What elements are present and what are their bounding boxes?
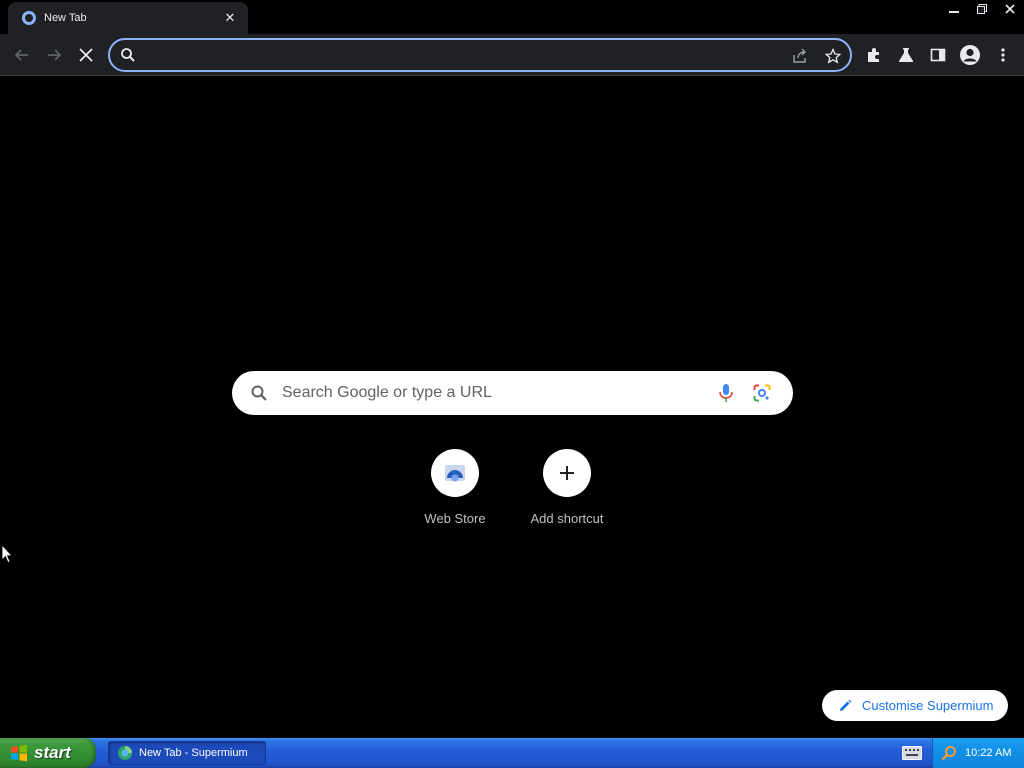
minimize-icon [949,11,959,13]
desktop: New Tab ✕ Search Google or type a URL We… [0,0,1024,768]
shortcut-label: Add shortcut [530,511,604,526]
minimize-button[interactable] [940,0,968,18]
shortcut-add[interactable]: Add shortcut [511,449,623,539]
restore-icon [977,4,987,14]
window-controls [940,0,1024,18]
back-arrow-icon [14,49,28,61]
tab-favicon-icon [22,11,36,25]
star-icon [825,48,841,64]
side-panel-icon [930,48,946,62]
share-button[interactable] [790,46,810,66]
start-label: start [34,743,71,762]
shortcut-tile [543,449,591,497]
search-icon [251,385,267,401]
web-store-icon [445,465,465,482]
system-tray: 10:22 AM [932,738,1024,768]
shortcut-web-store[interactable]: Web Store [399,449,511,539]
forward-button[interactable] [42,43,66,67]
clock: 10:22 AM [965,747,1012,759]
restore-button[interactable] [968,0,996,18]
share-icon [793,48,806,63]
keyboard-icon[interactable] [902,746,922,760]
address-bar[interactable] [108,38,852,72]
ntp-search-input[interactable] [282,383,702,403]
profile-button[interactable] [958,43,982,67]
search-icon[interactable] [941,745,957,761]
google-lens-icon[interactable] [753,384,771,402]
side-panel-button[interactable] [926,43,950,67]
microphone-icon[interactable] [717,383,735,403]
close-window-button[interactable] [996,0,1024,18]
shortcut-label: Web Store [424,511,486,526]
extensions-button[interactable] [862,43,886,67]
tab-close-icon[interactable]: ✕ [222,10,238,26]
plus-icon [560,466,574,480]
taskbar-item-supermium[interactable]: New Tab - Supermium [108,741,266,765]
mouse-cursor-icon [1,544,13,564]
shortcut-tile [431,449,479,497]
flask-icon [899,48,913,62]
windows-logo-icon [11,744,27,762]
supermium-icon [118,746,132,760]
stop-icon [79,48,93,62]
customise-label: Customise Supermium [862,698,994,713]
forward-arrow-icon [48,49,62,61]
labs-button[interactable] [894,43,918,67]
address-input[interactable] [142,46,782,64]
pencil-icon [840,699,852,711]
tab-strip: New Tab ✕ [0,0,1024,34]
kebab-menu-icon [1001,48,1005,62]
taskbar: start New Tab - Supermium 10:22 AM [0,738,1024,768]
avatar-icon [960,45,980,65]
browser-toolbar [0,34,1024,76]
taskbar-item-label: New Tab - Supermium [139,747,248,759]
tab-title: New Tab [44,12,87,24]
start-button[interactable]: start [0,738,96,768]
stop-loading-button[interactable] [74,43,98,67]
search-icon [121,48,135,62]
ntp-search-box[interactable] [232,371,793,415]
menu-button[interactable] [991,43,1015,67]
customise-button[interactable]: Customise Supermium [822,690,1008,721]
close-icon [1005,4,1015,14]
back-button[interactable] [10,43,34,67]
puzzle-icon [868,48,879,62]
tab-new-tab[interactable]: New Tab ✕ [8,2,248,34]
bookmark-star-button[interactable] [823,46,843,66]
